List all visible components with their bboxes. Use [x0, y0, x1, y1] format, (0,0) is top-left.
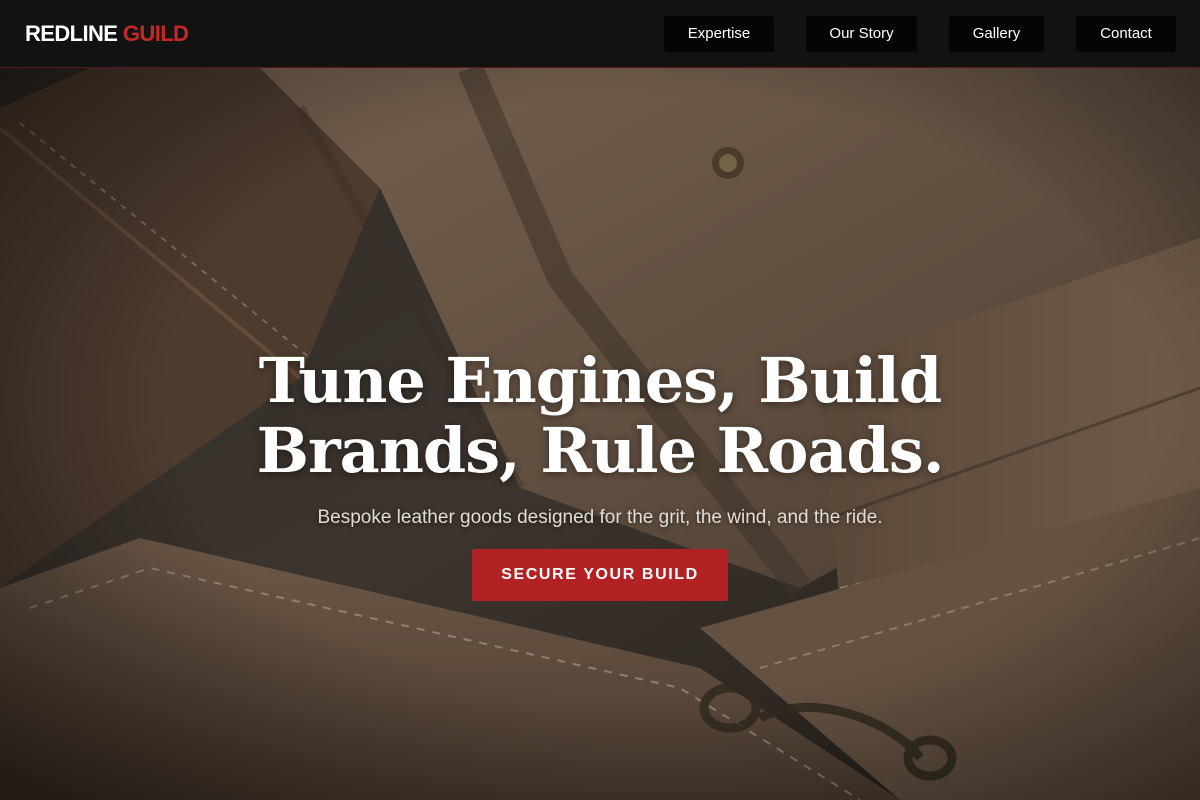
hero-content: Tune Engines, Build Brands, Rule Roads. …: [0, 346, 1200, 601]
site-header: REDLINE GUILD Expertise Our Story Galler…: [0, 0, 1200, 68]
hero-section: Tune Engines, Build Brands, Rule Roads. …: [0, 68, 1200, 800]
hero-title: Tune Engines, Build Brands, Rule Roads.: [256, 344, 945, 487]
landing-page: REDLINE GUILD Expertise Our Story Galler…: [0, 0, 1200, 800]
nav-our-story-button[interactable]: Our Story: [806, 16, 917, 52]
brand-name-primary: REDLINE: [25, 21, 118, 46]
hero-subtitle: Bespoke leather goods designed for the g…: [317, 507, 883, 528]
nav-expertise-button[interactable]: Expertise: [664, 16, 774, 52]
nav-contact-button[interactable]: Contact: [1076, 16, 1176, 52]
secure-your-build-button[interactable]: SECURE YOUR BUILD: [472, 549, 728, 601]
brand-name-accent: GUILD: [122, 21, 189, 46]
brand-logo[interactable]: REDLINE GUILD: [25, 20, 189, 48]
nav-gallery-button[interactable]: Gallery: [949, 16, 1044, 52]
